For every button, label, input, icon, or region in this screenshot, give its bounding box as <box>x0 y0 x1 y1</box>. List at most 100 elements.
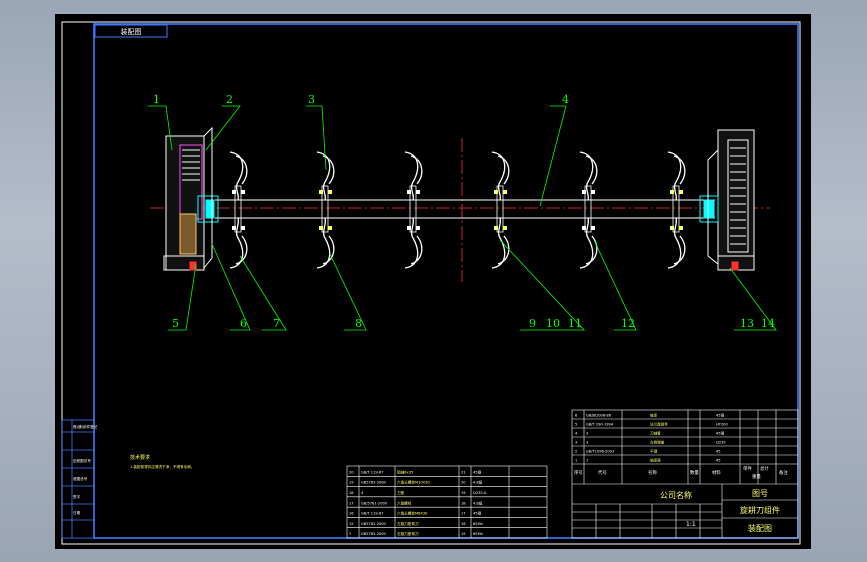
balloon-6: 6 <box>240 317 247 330</box>
bom-left-cell: GB5782-2000 <box>361 522 387 526</box>
balloon-8: 8 <box>355 317 362 330</box>
bom-right-cell: Q235 <box>716 441 726 445</box>
svg-text:单件: 单件 <box>743 465 752 472</box>
bom-right-cell: 6 <box>575 414 578 418</box>
blade-groups <box>229 151 686 269</box>
bom-left-cell: 21 <box>461 470 466 474</box>
inner-border <box>93 23 799 539</box>
bom-right-cell: 3 <box>586 432 588 436</box>
svg-text:备注: 备注 <box>779 469 788 476</box>
bom-left-cell: 六角头螺栓M8X30 <box>397 511 428 516</box>
technical-requirements: 技术要求 1.装配前零件应清洗干净，不得有毛刺。 <box>130 454 195 469</box>
bom-right-cell: 平键 <box>650 449 658 454</box>
assembly-drawing: 装配图 1 2 3 4 5 6 7 8 9 10 11 12 13 14 借(通… <box>61 21 801 545</box>
bom-left-cell: 20 <box>349 470 354 474</box>
bom-right-cell: 45 <box>716 450 721 454</box>
bom-left-cell: 7 <box>349 532 351 536</box>
tech-line-1: 1.装配前零件应清洗干净，不得有毛刺。 <box>130 464 195 469</box>
balloon-11: 11 <box>568 317 582 330</box>
svg-text:序号: 序号 <box>574 469 583 476</box>
scale-value: 1:1 <box>686 521 696 528</box>
bom-right-cell: 轴承座 <box>650 458 661 463</box>
bom-left-cell: GB/T 119-87 <box>361 470 384 474</box>
bom-right-cell: 3 <box>575 441 577 445</box>
bom-left-cell: GB/T 119-87 <box>361 512 384 516</box>
bom-left-cell: 15 <box>349 522 354 526</box>
bom-left-cell: 18 <box>349 491 354 495</box>
bom-left-cell: 刀座 <box>397 490 405 495</box>
svg-text:名称: 名称 <box>648 469 657 476</box>
bom-right-cell: HT200 <box>716 423 728 427</box>
bom-right-cell: 轴承 <box>650 413 658 418</box>
blade-group <box>667 151 686 269</box>
svg-text:底图总号: 底图总号 <box>73 476 88 481</box>
balloon-4: 4 <box>562 93 569 106</box>
svg-text:签字: 签字 <box>73 494 81 499</box>
bom-right-cell: 3 <box>586 441 588 445</box>
bom-right-cell: 5 <box>575 423 577 427</box>
bom-left-cell: 销轴8x35 <box>397 469 413 474</box>
bom-left-cell: 左旋刀座弯刀 <box>397 521 419 526</box>
balloon-labels: 1 2 3 4 5 6 7 8 9 10 11 12 13 14 <box>153 93 775 330</box>
title-tab-label: 装配图 <box>121 27 142 36</box>
bom-left-cell: 20 <box>461 481 466 485</box>
bom-left-cell: 45钢 <box>473 511 482 516</box>
drawing-type: 装配图 <box>748 523 772 533</box>
blade-group <box>316 151 335 269</box>
bom-left-cell: 4 <box>361 491 364 495</box>
bom-left-cell: 4.8级 <box>473 500 483 505</box>
balloon-14: 14 <box>761 317 775 330</box>
bom-left-cell: 16 <box>349 512 354 516</box>
blade-group <box>579 151 598 269</box>
bom-left-cell: 18 <box>461 501 466 505</box>
bom-left-cell: 右旋刀座弯刀 <box>397 531 419 536</box>
balloon-7: 7 <box>273 317 280 330</box>
bom-header-labels: 序号 代号 名称 数量 材料 单件 总计 备注 重量 <box>574 465 788 480</box>
svg-text:数量: 数量 <box>690 469 699 476</box>
balloon-3: 3 <box>308 93 315 106</box>
blade-group <box>229 151 248 269</box>
bom-right-cell: 1 <box>586 459 588 463</box>
balloon-1: 1 <box>153 93 160 106</box>
bom-right-cell: 左侧端盖 <box>650 440 665 445</box>
company-name: 公司名称 <box>660 490 692 500</box>
svg-text:日期: 日期 <box>73 510 81 515</box>
svg-text:重量: 重量 <box>752 473 761 480</box>
bom-right-cell: 1 <box>575 459 577 463</box>
blade-group <box>404 151 423 269</box>
bom-left-cell: 17 <box>461 512 466 516</box>
blade-group <box>491 151 510 269</box>
bom-left-cell: 19 <box>349 481 354 485</box>
part-name: 旋耕刀组件 <box>740 505 780 515</box>
bom-left-cell: GB5783-2000 <box>361 481 387 485</box>
bom-left-cell: 16 <box>461 522 466 526</box>
svg-text:总计: 总计 <box>760 465 769 472</box>
bom-left-cell: 六角螺栓 <box>397 500 412 505</box>
bom-left-cell: 17 <box>349 501 354 505</box>
balloon-12: 12 <box>621 317 635 330</box>
bom-right-cell: 2 <box>575 450 577 454</box>
bom-right-cell: GB/JB1008-86 <box>586 414 612 418</box>
bom-left-cell: 15 <box>461 532 466 536</box>
svg-text:代号: 代号 <box>598 469 607 476</box>
bom-right-cell: 45钢 <box>716 431 725 436</box>
bom-left-cell: 19 <box>461 491 466 495</box>
bom-left-cell: GB5783-2000 <box>361 532 387 536</box>
balloon-9: 9 <box>529 317 536 330</box>
drawing-no-label: 图号 <box>752 489 768 498</box>
balloon-10: 10 <box>546 317 560 330</box>
balloon-2: 2 <box>226 93 233 106</box>
svg-text:旧底图总号: 旧底图总号 <box>73 458 91 463</box>
bom-right-cell: 45钢 <box>716 413 725 418</box>
balloon-5: 5 <box>172 317 179 330</box>
bom-right-cell: 45 <box>716 459 721 463</box>
bom-right-cell: 法兰盘组件 <box>650 422 668 427</box>
svg-text:材料: 材料 <box>712 469 721 476</box>
bom-left-cell: 65Mn <box>473 522 483 526</box>
bom-left-cell: Q235-A <box>473 491 487 495</box>
bom-left-cell: GB/5781-2000 <box>361 501 388 505</box>
bom-right-cell: 4 <box>575 432 578 436</box>
title-block-labels: 公司名称 图号 旋耕刀组件 装配图 1:1 <box>660 489 780 533</box>
tech-heading: 技术要求 <box>130 454 150 461</box>
right-gearbox <box>699 129 755 271</box>
